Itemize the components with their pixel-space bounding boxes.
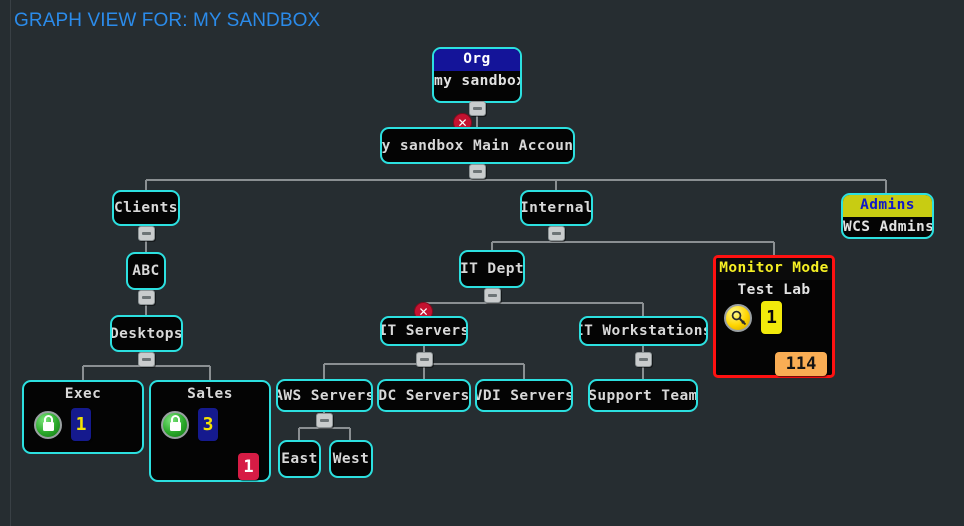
toggle-internal[interactable] [548,226,565,241]
collapse-minus-icon [552,232,561,235]
node-aws-servers-label: AWS Servers [276,387,373,404]
node-it-servers[interactable]: IT Servers [380,316,468,346]
node-sales-label: Sales [187,386,233,402]
toggle-it-workstations[interactable] [635,352,652,367]
monitor-count-badge[interactable]: 114 [775,352,827,376]
collapse-minus-icon [639,358,648,361]
node-abc-label: ABC [132,263,160,279]
node-east[interactable]: East [278,440,321,478]
node-west-label: West [332,451,370,467]
node-east-label: East [281,451,318,467]
node-west[interactable]: West [329,440,373,478]
node-org[interactable]: Org my sandbox [432,47,522,103]
toggle-main-account[interactable] [469,164,486,179]
node-desktops-label: Desktops [110,325,183,342]
key-icon[interactable] [724,303,752,332]
node-desktops[interactable]: Desktops [110,315,183,352]
node-aws-servers[interactable]: AWS Servers [276,379,373,412]
node-support-team[interactable]: Support Team [588,379,698,412]
padlock-body [169,415,181,431]
collapse-minus-icon [488,294,497,297]
left-divider-rail [10,0,11,526]
node-dc-servers-label: DC Servers [378,387,470,404]
node-vdi-servers-label: VDI Servers [475,387,573,404]
toggle-aws-servers[interactable] [316,413,333,428]
toggle-desktops[interactable] [138,352,155,367]
padlock-icon[interactable] [161,410,189,439]
node-main-account-label: my sandbox Main Account [380,137,575,154]
page-title: GRAPH VIEW FOR: MY SANDBOX [14,10,321,31]
collapse-minus-icon [420,358,429,361]
toggle-it-dept[interactable] [484,288,501,303]
padlock-shackle [43,415,53,424]
exec-icon-row: 1 [34,408,91,441]
node-it-dept[interactable]: IT Dept [459,250,525,288]
node-clients[interactable]: Clients [112,190,180,226]
collapse-minus-icon [473,107,482,110]
node-it-workstations-label: IT Workstations [579,323,708,339]
node-it-workstations[interactable]: IT Workstations [579,316,708,346]
node-admins[interactable]: Admins WCS Admins [841,193,934,239]
node-it-dept-label: IT Dept [460,261,524,277]
node-org-header: Org [434,49,520,71]
node-main-account[interactable]: my sandbox Main Account [380,127,575,164]
collapse-minus-icon [320,419,329,422]
node-org-body: my sandbox [434,73,522,89]
padlock-shackle [170,415,180,424]
toggle-it-servers[interactable] [416,352,433,367]
node-internal-label: Internal [520,200,593,216]
padlock-body [42,415,54,431]
toggle-abc[interactable] [138,290,155,305]
sales-alert-badge[interactable]: 1 [238,453,259,480]
node-vdi-servers[interactable]: VDI Servers [475,379,573,412]
collapse-minus-icon [142,296,151,299]
monitor-icon-row: 1 [724,301,782,334]
node-abc[interactable]: ABC [126,252,166,290]
sales-lock-badge[interactable]: 3 [198,408,218,441]
node-support-team-label: Support Team [588,387,698,404]
monitor-key-badge[interactable]: 1 [761,301,782,334]
node-clients-label: Clients [114,200,178,216]
node-it-servers-label: IT Servers [380,323,468,339]
collapse-minus-icon [473,170,482,173]
node-admins-body: WCS Admins [843,219,934,235]
node-monitor-body: Test Lab [737,282,811,298]
node-exec-label: Exec [64,386,102,402]
node-internal[interactable]: Internal [520,190,593,226]
collapse-minus-icon [142,232,151,235]
padlock-icon[interactable] [34,410,62,439]
exec-lock-badge[interactable]: 1 [71,408,91,441]
sales-icon-row: 3 [161,408,218,441]
node-monitor-header: Monitor Mode [716,258,832,280]
collapse-minus-icon [142,358,151,361]
node-dc-servers[interactable]: DC Servers [377,379,471,412]
toggle-clients[interactable] [138,226,155,241]
node-admins-header: Admins [843,195,932,217]
graph-canvas: GRAPH VIEW FOR: MY SANDBOX Org my sandbo… [0,0,964,526]
toggle-org[interactable] [469,101,486,116]
